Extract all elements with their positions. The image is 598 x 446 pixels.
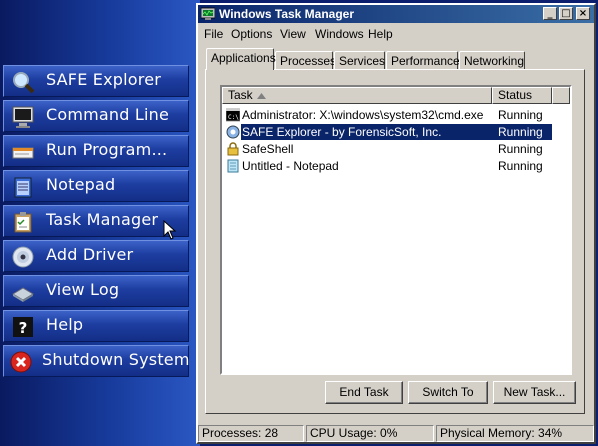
tab-performance[interactable]: Performance (386, 51, 460, 69)
run-program-icon (10, 139, 36, 165)
clipboard-icon (10, 209, 36, 235)
mouse-cursor-icon (163, 220, 177, 240)
log-icon (10, 279, 36, 305)
launcher-notepad-button[interactable]: Notepad (3, 170, 189, 202)
launcher-command-line-button[interactable]: Command Line (3, 100, 189, 132)
tab-applications[interactable]: Applications (206, 48, 276, 70)
window-title: Windows Task Manager (219, 7, 355, 21)
launcher-run-program-button[interactable]: Run Program... (3, 135, 189, 167)
launcher-item-label: Shutdown System (42, 350, 190, 369)
svg-text:?: ? (19, 319, 28, 337)
notepad-icon (10, 174, 36, 200)
launcher-item-label: Help (46, 315, 84, 334)
status-cpu-usage: CPU Usage: 0% (306, 425, 434, 442)
task-manager-app-icon (201, 7, 215, 20)
help-icon: ? (10, 314, 36, 340)
launcher-item-label: Command Line (46, 105, 170, 124)
launcher-item-label: Notepad (46, 175, 116, 194)
launcher-add-driver-button[interactable]: Add Driver (3, 240, 189, 272)
launcher-item-label: SAFE Explorer (46, 70, 162, 89)
menu-file[interactable]: File (204, 27, 223, 41)
tab-panel (205, 69, 585, 414)
launcher-task-manager-button[interactable]: Task Manager (3, 205, 189, 237)
launcher-safe-explorer-button[interactable]: SAFE Explorer (3, 65, 189, 97)
menu-view[interactable]: View (280, 27, 306, 41)
launcher-item-label: View Log (46, 280, 120, 299)
launcher-view-log-button[interactable]: View Log (3, 275, 189, 307)
launcher-item-label: Add Driver (46, 245, 134, 264)
status-bar: Processes: 28 CPU Usage: 0% Physical Mem… (198, 425, 594, 442)
tab-processes[interactable]: Processes (275, 51, 336, 69)
launcher-item-label: Run Program... (46, 140, 168, 159)
tab-services[interactable]: Services (334, 51, 385, 69)
launcher-shutdown-button[interactable]: Shutdown System (3, 345, 189, 377)
close-button[interactable]: × (576, 7, 590, 20)
title-bar[interactable]: Windows Task Manager _ □ × (198, 5, 594, 23)
magnifier-icon (10, 69, 36, 95)
tab-networking[interactable]: Networking (459, 51, 525, 69)
shutdown-icon (8, 349, 34, 375)
menu-options[interactable]: Options (231, 27, 272, 41)
maximize-button[interactable]: □ (559, 7, 573, 20)
menu-help[interactable]: Help (368, 27, 393, 41)
monitor-icon (10, 104, 36, 130)
menu-windows[interactable]: Windows (315, 27, 364, 41)
launcher-panel: SAFE Explorer Command Line Run Program..… (0, 0, 200, 446)
status-physical-memory: Physical Memory: 34% (436, 425, 594, 442)
status-processes: Processes: 28 (198, 425, 304, 442)
minimize-button[interactable]: _ (543, 7, 557, 20)
launcher-help-button[interactable]: ? Help (3, 310, 189, 342)
task-manager-window: Windows Task Manager _ □ × File Options … (196, 3, 596, 444)
launcher-item-label: Task Manager (46, 210, 159, 229)
disc-icon (10, 244, 36, 270)
